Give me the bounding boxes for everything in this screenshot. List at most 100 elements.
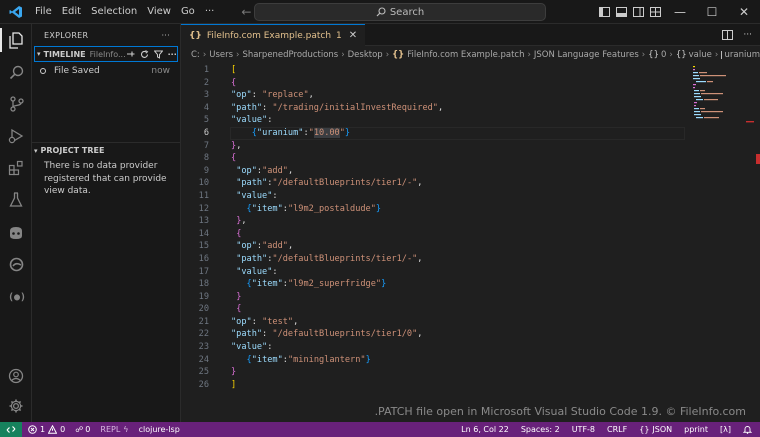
- code-line: 8{: [203, 153, 237, 164]
- indentation[interactable]: Spaces: 2: [521, 425, 560, 434]
- repl-label: REPL: [100, 425, 121, 434]
- scrollbar-error-marker: [756, 154, 760, 164]
- edge-browser-icon[interactable]: [0, 250, 32, 278]
- repl-status[interactable]: REPL ϟ: [100, 425, 128, 434]
- notifications-bell-icon[interactable]: [743, 425, 752, 434]
- formatter-status[interactable]: pprint: [684, 425, 708, 434]
- problems-indicator[interactable]: 1 0: [28, 425, 65, 434]
- calva-indicator[interactable]: [λ]: [720, 425, 731, 434]
- breadcrumb-file[interactable]: FileInfo.com Example.patch: [407, 50, 524, 60]
- source-control-icon[interactable]: [0, 90, 32, 118]
- explorer-header: EXPLORER ···: [32, 24, 180, 46]
- project-tree-title: PROJECT TREE: [40, 146, 105, 155]
- breadcrumb-desktop[interactable]: Desktop: [348, 50, 383, 60]
- minimize-button[interactable]: —: [664, 0, 696, 24]
- breadcrumb-language-features[interactable]: JSON Language Features: [534, 50, 639, 60]
- calva-repl-icon[interactable]: (●): [0, 282, 32, 310]
- close-icon[interactable]: ✕: [349, 30, 357, 41]
- code-editor[interactable]: 1[ 2{ 3 "op": "replace", 4 "path": "/tradi…: [181, 64, 686, 391]
- timeline-file: FileInfo...: [89, 49, 126, 59]
- svg-text:(●): (●): [8, 292, 25, 303]
- encoding[interactable]: UTF-8: [572, 425, 595, 434]
- tab-label: FileInfo.com Example.patch: [206, 30, 332, 41]
- filter-icon[interactable]: [153, 50, 163, 59]
- maximize-button[interactable]: ☐: [696, 0, 728, 24]
- command-center-search[interactable]: Search: [254, 3, 546, 21]
- status-right: Ln 6, Col 22 Spaces: 2 UTF-8 CRLF {} JSO…: [461, 425, 760, 434]
- lightning-icon: ϟ: [123, 425, 129, 434]
- title-bar: File Edit Selection View Go ··· ← → Sear…: [0, 0, 760, 24]
- code-line: 21 "op": "test",: [198, 316, 299, 327]
- project-tree-header[interactable]: ▾ PROJECT TREE: [32, 142, 181, 158]
- menu-file[interactable]: File: [30, 0, 57, 24]
- activity-bar: (●): [0, 24, 32, 422]
- extensions-icon[interactable]: [0, 154, 32, 182]
- code-line: 15 "op":"add",: [198, 241, 294, 252]
- json-file-icon: {}: [189, 30, 202, 41]
- accounts-icon[interactable]: [0, 362, 32, 390]
- watermark-caption: .PATCH file open in Microsoft Visual Stu…: [374, 405, 746, 418]
- warning-count: 0: [60, 425, 66, 434]
- menu-view[interactable]: View: [142, 0, 176, 24]
- menu-go[interactable]: Go: [176, 0, 200, 24]
- menu-more[interactable]: ···: [200, 0, 220, 24]
- vertical-scrollbar[interactable]: [754, 64, 760, 422]
- object-icon: {}: [675, 50, 687, 60]
- timeline-item-time: now: [151, 66, 170, 76]
- code-line: 13 },: [198, 216, 247, 227]
- back-arrow-icon[interactable]: ←: [241, 5, 251, 19]
- pin-icon[interactable]: [126, 50, 135, 59]
- breadcrumb-value[interactable]: value: [689, 50, 712, 60]
- code-line: 26]: [198, 379, 237, 390]
- toggle-primary-sidebar-icon[interactable]: [596, 0, 613, 24]
- explorer-title: EXPLORER: [44, 30, 89, 40]
- code-line: 24 {"item":"mininglantern"}: [198, 354, 371, 365]
- lsp-status[interactable]: clojure-lsp: [139, 425, 180, 434]
- cursor-position[interactable]: Ln 6, Col 22: [461, 425, 509, 434]
- refresh-icon[interactable]: [140, 49, 149, 59]
- line-endings[interactable]: CRLF: [607, 425, 627, 434]
- ports-indicator[interactable]: ☍ 0: [75, 425, 90, 434]
- toggle-secondary-sidebar-icon[interactable]: [630, 0, 647, 24]
- language-label: JSON: [652, 425, 673, 434]
- split-editor-icon[interactable]: [722, 30, 734, 40]
- code-line: 25}: [198, 367, 237, 378]
- window-controls: — ☐ ✕: [596, 0, 760, 24]
- sidebar: EXPLORER ··· ▾ TIMELINE FileInfo... ··· …: [32, 24, 181, 422]
- project-tree-message: There is no data provider registered tha…: [44, 161, 167, 196]
- copilot-icon[interactable]: [0, 218, 32, 246]
- language-mode[interactable]: {} JSON: [639, 425, 672, 434]
- remote-window-icon[interactable]: [0, 422, 22, 437]
- explorer-icon[interactable]: [0, 26, 32, 54]
- breadcrumb-uranium[interactable]: uranium: [724, 50, 760, 60]
- json-braces-icon: {}: [639, 425, 650, 434]
- editor-more-button[interactable]: ···: [743, 30, 752, 40]
- run-and-debug-icon[interactable]: [0, 122, 32, 150]
- timeline-item[interactable]: File Saved now: [32, 62, 180, 80]
- vscode-logo-icon: [7, 3, 25, 21]
- status-bar: 1 0 ☍ 0 REPL ϟ clojure-lsp Ln 6, Col 22 …: [0, 422, 760, 437]
- code-line: 12 {"item":"l9m2_postaldude"}: [198, 203, 382, 214]
- settings-gear-icon[interactable]: [0, 392, 32, 420]
- string-property-icon: ab: [721, 51, 723, 59]
- search-view-icon[interactable]: [0, 58, 32, 86]
- timeline-more-button[interactable]: ···: [168, 50, 177, 59]
- breadcrumb-user[interactable]: SharpenedProductions: [242, 50, 338, 60]
- code-line: 14 {: [198, 228, 242, 239]
- menu-selection[interactable]: Selection: [86, 0, 142, 24]
- breadcrumb-drive[interactable]: C:: [191, 50, 200, 60]
- breadcrumb-users[interactable]: Users: [209, 50, 233, 60]
- toggle-panel-icon[interactable]: [613, 0, 630, 24]
- testing-flask-icon[interactable]: [0, 186, 32, 214]
- timeline-header[interactable]: ▾ TIMELINE FileInfo... ···: [34, 46, 178, 62]
- search-icon: [376, 7, 386, 17]
- code-line: 3 "op": "replace",: [203, 90, 314, 101]
- minimap[interactable]: [686, 64, 754, 422]
- customize-layout-icon[interactable]: [647, 0, 664, 24]
- close-window-button[interactable]: ✕: [728, 0, 760, 24]
- breadcrumb-index[interactable]: 0: [661, 50, 666, 60]
- tab-fileinfo-patch[interactable]: {} FileInfo.com Example.patch 1 ✕: [181, 24, 366, 46]
- code-line: 18 {"item":"l9m2_superfridge"}: [198, 279, 387, 290]
- menu-edit[interactable]: Edit: [57, 0, 86, 24]
- explorer-more-button[interactable]: ···: [161, 31, 170, 40]
